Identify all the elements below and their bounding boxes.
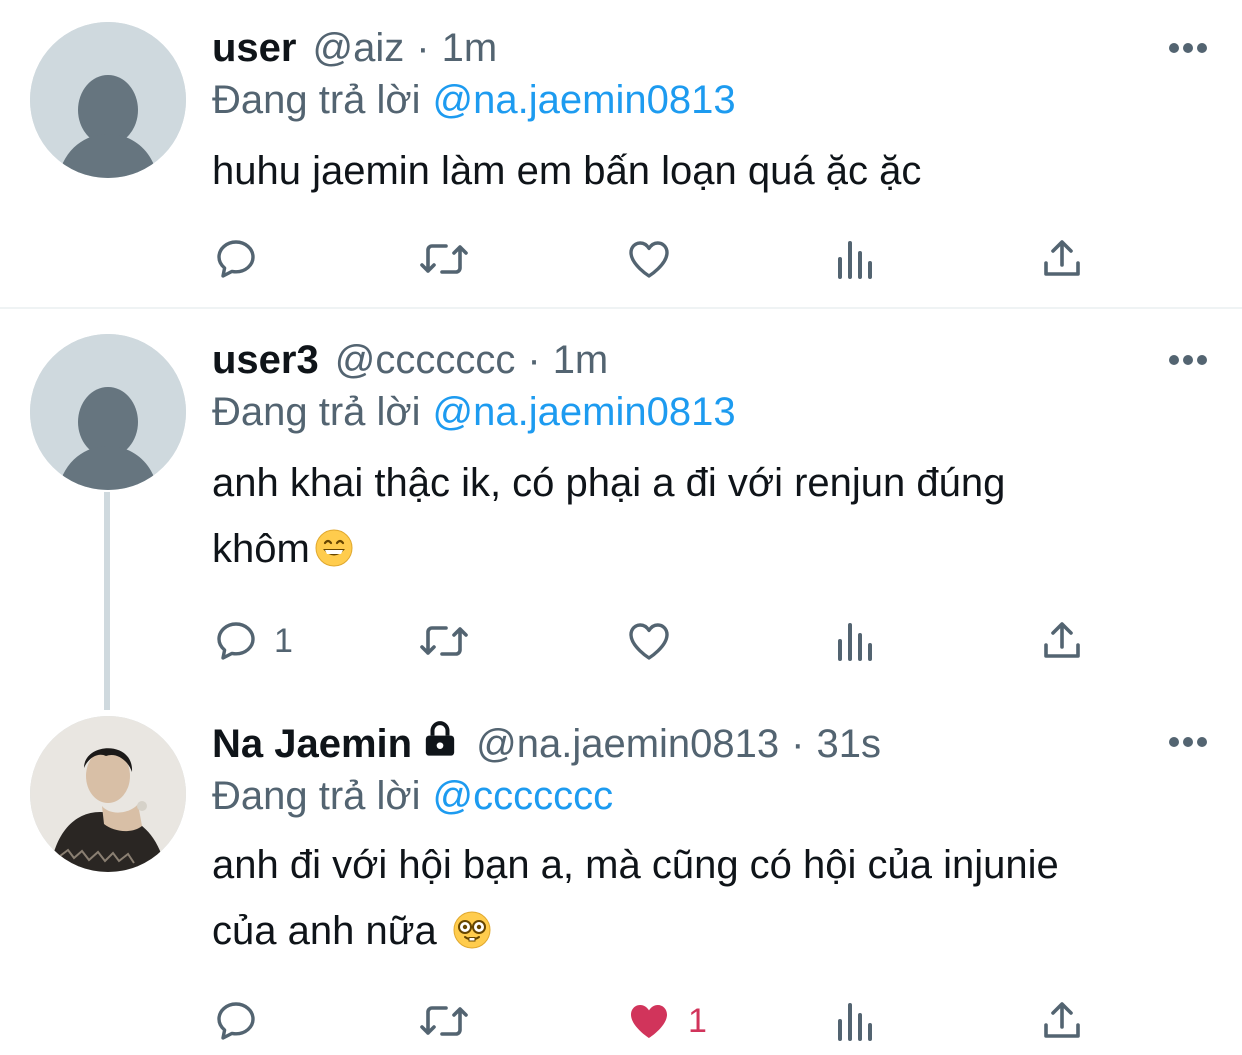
avatar-default[interactable] [30, 22, 186, 178]
tweet-text-line: của anh nữa [212, 909, 437, 953]
share-button[interactable] [1038, 234, 1086, 284]
avatar-photo[interactable] [30, 716, 186, 872]
default-avatar-icon [30, 334, 186, 490]
analytics-bars-icon [838, 623, 872, 661]
tweet-text-line: anh đi với hội bạn a, mà cũng có hội của… [212, 843, 1059, 887]
tweet-header: user @aiz · 1m [212, 18, 1122, 78]
share-upload-icon [1044, 622, 1080, 658]
tweet-actions: 1 [212, 616, 1112, 666]
nerd-face-emoji-icon [452, 904, 492, 970]
user-handle[interactable]: @aiz [313, 26, 405, 71]
tweet-text-line-with-emoji: khôm [212, 516, 1172, 588]
reply-button[interactable]: 1 [212, 616, 293, 666]
more-options-button[interactable] [1168, 28, 1208, 68]
grinning-face-emoji-icon [314, 522, 354, 588]
share-upload-icon [1044, 240, 1080, 276]
heart-outline-icon [629, 623, 669, 660]
like-button[interactable] [624, 234, 674, 284]
retweet-button[interactable] [416, 996, 472, 1046]
tweet-text: anh đi với hội bạn a, mà cũng có hội của… [212, 832, 1172, 970]
tweet[interactable]: user3 @ccccccc · 1m Đang trả lời @na.jaem… [0, 310, 1242, 710]
retweet-icon [420, 626, 468, 656]
tweet-divider [0, 307, 1242, 309]
reply-icon [217, 1002, 255, 1040]
replying-to-label: Đang trả lời [212, 78, 421, 122]
retweet-icon [420, 244, 468, 274]
retweet-button[interactable] [416, 616, 472, 666]
separator-dot: · [527, 337, 541, 382]
replying-to-label: Đang trả lời [212, 390, 421, 434]
tweet[interactable]: user @aiz · 1m Đang trả lời @na.jaemin081… [0, 0, 1242, 308]
analytics-bars-icon [838, 1003, 872, 1041]
share-button[interactable] [1038, 996, 1086, 1046]
reply-icon [217, 240, 255, 278]
tweet-text: huhu jaemin làm em bấn loạn quá ặc ặc [212, 138, 1172, 204]
retweet-icon [420, 1006, 468, 1036]
retweet-button[interactable] [416, 234, 472, 284]
display-name[interactable]: Na Jaemin [212, 722, 412, 767]
more-options-button[interactable] [1168, 722, 1208, 762]
mention-link[interactable]: @na.jaemin0813 [433, 390, 736, 434]
analytics-bars-icon [838, 241, 872, 279]
tweet-actions: 1 [212, 996, 1112, 1046]
tweet-text-line: huhu jaemin làm em bấn loạn quá ặc ặc [212, 149, 922, 193]
analytics-button[interactable] [834, 996, 878, 1046]
tweet-text: anh khai thậc ik, có phại a đi với renju… [212, 450, 1172, 588]
user-handle[interactable]: @ccccccc [335, 338, 516, 383]
replying-to-line: Đang trả lời @na.jaemin0813 [212, 390, 736, 435]
tweet-header: user3 @ccccccc · 1m [212, 330, 1122, 390]
default-avatar-icon [30, 22, 186, 178]
heart-filled-icon [631, 1005, 667, 1038]
tweet-actions [212, 234, 1112, 284]
tweet[interactable]: Na Jaemin @na.jaemin0813 · 31s Đang trả … [0, 710, 1242, 1055]
like-count: 1 [688, 1001, 707, 1040]
analytics-button[interactable] [834, 234, 878, 284]
mention-link[interactable]: @ccccccc [433, 774, 614, 818]
separator-dot: · [416, 25, 430, 70]
timestamp[interactable]: 1m [553, 338, 609, 383]
user-handle[interactable]: @na.jaemin0813 [476, 722, 779, 767]
like-button[interactable] [624, 616, 674, 666]
replying-to-line: Đang trả lời @ccccccc [212, 774, 613, 819]
separator-dot: · [791, 721, 805, 766]
heart-outline-icon [629, 241, 669, 278]
reply-count: 1 [274, 621, 293, 660]
reply-icon [217, 622, 255, 660]
mention-link[interactable]: @na.jaemin0813 [433, 78, 736, 122]
replying-to-line: Đang trả lời @na.jaemin0813 [212, 78, 736, 123]
more-dots-icon [1169, 355, 1207, 365]
tweet-text-line: anh khai thậc ik, có phại a đi với renju… [212, 461, 1006, 505]
reply-button[interactable] [212, 996, 260, 1046]
like-button-active[interactable]: 1 [624, 996, 707, 1046]
protected-lock-icon [420, 719, 460, 769]
share-button[interactable] [1038, 616, 1086, 666]
more-dots-icon [1169, 43, 1207, 53]
tweet-text-line: khôm [212, 527, 310, 571]
display-name[interactable]: user3 [212, 338, 319, 383]
avatar-default[interactable] [30, 334, 186, 490]
tweet-header: Na Jaemin @na.jaemin0813 · 31s [212, 714, 1122, 774]
more-dots-icon [1169, 737, 1207, 747]
analytics-button[interactable] [834, 616, 878, 666]
reply-button[interactable] [212, 234, 260, 284]
display-name[interactable]: user [212, 26, 297, 71]
profile-photo-icon [30, 716, 186, 872]
timestamp[interactable]: 1m [442, 26, 498, 71]
replying-to-label: Đang trả lời [212, 774, 421, 818]
share-upload-icon [1044, 1002, 1080, 1038]
timestamp[interactable]: 31s [816, 722, 881, 767]
more-options-button[interactable] [1168, 340, 1208, 380]
tweet-text-line-with-emoji: của anh nữa [212, 898, 1172, 970]
